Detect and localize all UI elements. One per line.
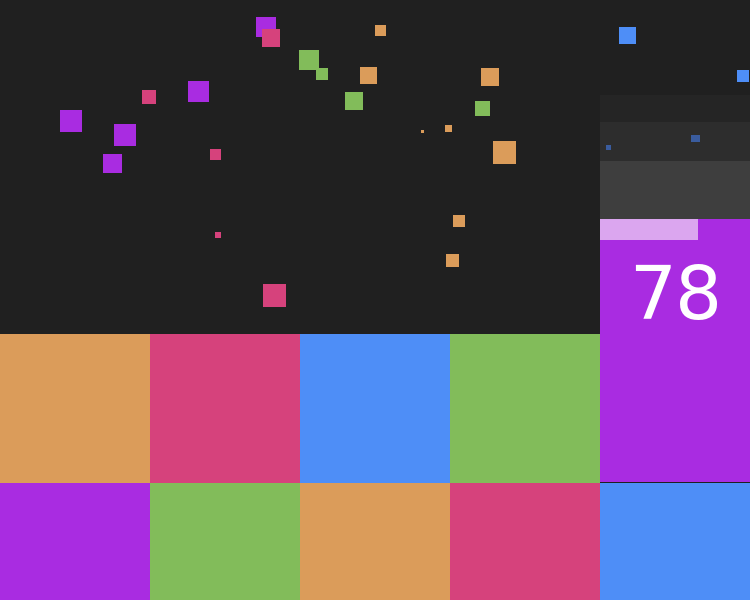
- particle: [475, 101, 490, 116]
- game-tile[interactable]: [150, 483, 300, 600]
- game-tile[interactable]: [450, 483, 600, 600]
- particle: [481, 68, 499, 86]
- particle: [188, 81, 209, 102]
- score-value: 78: [629, 251, 722, 337]
- particle: [60, 110, 82, 132]
- game-tile[interactable]: [450, 334, 600, 483]
- particle: [263, 284, 286, 307]
- game-tile[interactable]: [150, 334, 300, 483]
- particle: [360, 67, 377, 84]
- particle: [737, 70, 749, 82]
- particle: [215, 232, 221, 238]
- particle: [453, 215, 465, 227]
- side-panel-band: [600, 122, 750, 161]
- particle: [210, 149, 221, 160]
- particle: [345, 92, 363, 110]
- particle: [691, 135, 700, 142]
- particle: [299, 50, 319, 70]
- particle: [103, 154, 122, 173]
- game-tile[interactable]: [0, 483, 150, 600]
- particle: [375, 25, 386, 36]
- particle: [606, 145, 611, 150]
- particle: [142, 90, 156, 104]
- particle: [421, 130, 424, 133]
- particle: [493, 141, 516, 164]
- side-panel: [600, 95, 750, 219]
- particle: [446, 254, 459, 267]
- side-panel-band: [600, 95, 750, 122]
- score-progress-fill: [600, 219, 698, 240]
- game-canvas[interactable]: 78: [0, 0, 750, 600]
- score-tile[interactable]: 78: [600, 219, 750, 482]
- game-tile[interactable]: [300, 483, 450, 600]
- game-tile[interactable]: [300, 334, 450, 483]
- particle: [619, 27, 636, 44]
- game-tile[interactable]: [0, 334, 150, 483]
- score-progress-bar: [600, 219, 750, 240]
- side-panel-band: [600, 161, 750, 219]
- particle: [316, 68, 328, 80]
- particle: [262, 29, 280, 47]
- particle: [445, 125, 452, 132]
- game-tile[interactable]: [600, 483, 750, 600]
- particle: [114, 124, 136, 146]
